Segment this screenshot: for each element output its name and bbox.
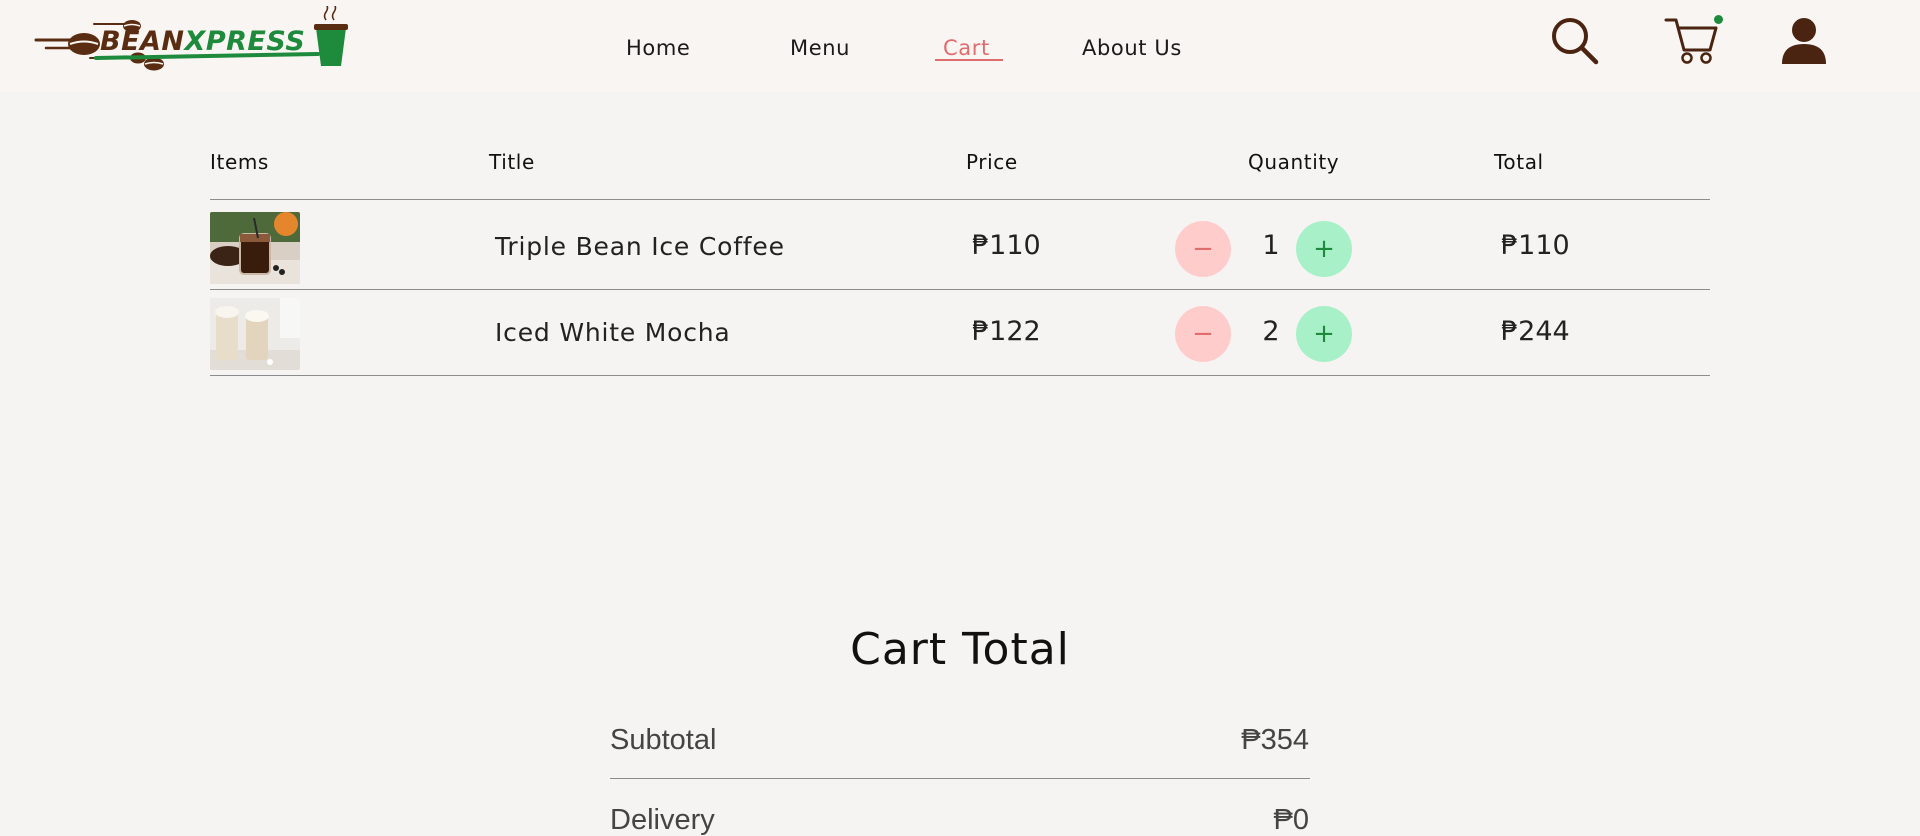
increase-quantity-button[interactable]: + [1296,306,1352,362]
cart-total-divider [610,778,1310,779]
logo-wordmark: BEANXPRESS [100,26,305,57]
row-divider [210,375,1710,376]
search-icon[interactable] [1550,16,1600,66]
delivery-value: ₱0 [1273,804,1309,836]
quantity-value: 2 [1262,316,1280,347]
user-icon[interactable] [1780,16,1828,66]
minus-icon: − [1192,319,1214,349]
product-thumbnail [210,298,300,370]
product-price: ₱110 [972,230,1041,261]
active-nav-underline [935,59,1003,61]
plus-icon: + [1313,234,1335,264]
row-total: ₱244 [1501,316,1570,347]
product-title: Triple Bean Ice Coffee [495,232,785,261]
column-header-price: Price [966,150,1018,174]
cart-icon[interactable] [1664,14,1722,66]
decrease-quantity-button[interactable]: − [1175,306,1231,362]
increase-quantity-button[interactable]: + [1296,221,1352,277]
subtotal-label: Subtotal [610,724,717,756]
cart-notification-dot [1714,15,1723,24]
quantity-value: 1 [1262,230,1280,261]
logo-text-xpress: XPRESS [184,26,306,57]
nav-about-link[interactable]: About Us [1082,36,1182,60]
nav-menu-link[interactable]: Menu [790,36,850,60]
plus-icon: + [1313,319,1335,349]
cart-row: Triple Bean Ice Coffee ₱110 − 1 + ₱110 [210,200,1710,286]
delivery-label: Delivery [610,804,715,836]
beanxpress-logo[interactable]: BEANXPRESS [34,3,348,78]
decrease-quantity-button[interactable]: − [1175,221,1231,277]
cart-row: Iced White Mocha ₱122 − 2 + ₱244 [210,290,1710,376]
column-header-items: Items [210,150,269,174]
product-price: ₱122 [972,316,1041,347]
nav-home-link[interactable]: Home [626,36,690,60]
column-header-total: Total [1494,150,1544,174]
cart-total-heading: Cart Total [850,624,1070,675]
site-header: BEANXPRESS Home Menu Cart About Us [0,0,1920,92]
product-title: Iced White Mocha [495,318,731,347]
row-total: ₱110 [1501,230,1570,261]
nav-cart-link[interactable]: Cart [943,36,990,60]
minus-icon: − [1192,234,1214,264]
column-header-quantity: Quantity [1248,150,1340,174]
column-header-title: Title [489,150,535,174]
logo-text-bean: BEAN [100,26,185,57]
subtotal-value: ₱354 [1241,724,1309,756]
product-thumbnail [210,212,300,284]
